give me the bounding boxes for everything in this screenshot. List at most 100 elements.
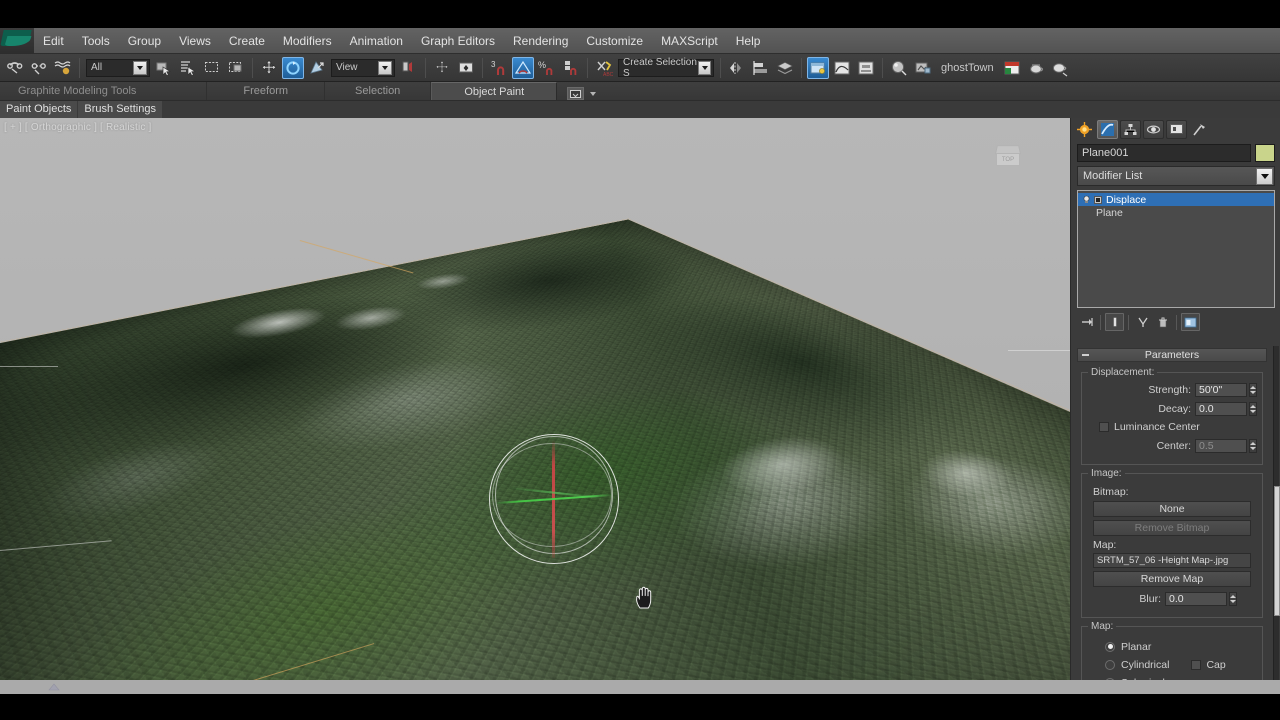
modifier-stack-item-displace[interactable]: Displace	[1078, 193, 1274, 206]
pin-stack-icon[interactable]	[1077, 313, 1096, 331]
align-icon[interactable]	[750, 57, 772, 79]
rotate-gizmo[interactable]	[489, 434, 619, 564]
remove-bitmap-button[interactable]: Remove Bitmap	[1093, 520, 1251, 536]
viewport[interactable]: [ + ] [ Orthographic ] [ Realistic ] TOP	[0, 118, 1070, 680]
menu-item-rendering[interactable]: Rendering	[504, 30, 577, 52]
show-end-result-icon[interactable]	[1105, 313, 1124, 331]
bitmap-button[interactable]: None	[1093, 501, 1251, 517]
ribbon-minimize-icon[interactable]	[567, 87, 584, 100]
render-setup-icon[interactable]	[912, 57, 934, 79]
select-object-icon[interactable]	[153, 57, 175, 79]
chevron-down-icon[interactable]	[1256, 168, 1273, 185]
spinner-snap-icon[interactable]	[560, 57, 582, 79]
modifier-list-dropdown[interactable]: Modifier List	[1077, 166, 1275, 186]
bind-space-warp-icon[interactable]	[52, 57, 74, 79]
luminance-center-row[interactable]: Luminance Center	[1099, 420, 1257, 434]
graphite-toggle-icon[interactable]	[807, 57, 829, 79]
select-rotate-icon[interactable]	[282, 57, 304, 79]
select-scale-icon[interactable]	[306, 57, 328, 79]
menu-item-views[interactable]: Views	[170, 30, 220, 52]
scrollbar-thumb[interactable]	[1274, 486, 1280, 616]
select-by-name-icon[interactable]	[177, 57, 199, 79]
menu-item-graph-editors[interactable]: Graph Editors	[412, 30, 504, 52]
named-selection-sets-dropdown[interactable]: Create Selection S	[618, 59, 714, 77]
map-option-cylindrical[interactable]: Cylindrical Cap	[1105, 657, 1257, 672]
strength-input[interactable]: 50'0"	[1195, 383, 1247, 397]
chevron-down-icon[interactable]	[133, 61, 147, 75]
object-color-swatch[interactable]	[1255, 144, 1275, 162]
coordinate-system-dropdown[interactable]: View	[331, 59, 395, 77]
utilities-tab[interactable]	[1189, 120, 1210, 139]
cylindrical-radio[interactable]	[1105, 660, 1115, 670]
render-production-icon[interactable]	[1049, 57, 1071, 79]
redo-icon[interactable]	[28, 57, 50, 79]
menu-item-create[interactable]: Create	[220, 30, 274, 52]
modify-tab[interactable]	[1097, 120, 1118, 139]
selection-region-icon[interactable]	[201, 57, 223, 79]
tab-object-paint[interactable]: Object Paint	[431, 82, 557, 100]
snaps-toggle-icon[interactable]: 3	[488, 57, 510, 79]
center-input[interactable]: 0.5	[1195, 439, 1247, 453]
object-name-field[interactable]: Plane001	[1077, 144, 1251, 162]
strength-spinner[interactable]	[1249, 383, 1257, 397]
keyboard-shortcut-override-icon[interactable]: ABC	[593, 57, 615, 79]
make-unique-icon[interactable]	[1133, 313, 1152, 331]
luminance-center-checkbox[interactable]	[1099, 422, 1109, 432]
map-option-planar[interactable]: Planar	[1105, 639, 1257, 654]
cap-checkbox[interactable]	[1191, 660, 1201, 670]
panel-brush-settings[interactable]: Brush Settings	[78, 101, 162, 118]
remove-map-button[interactable]: Remove Map	[1093, 571, 1251, 587]
texture-tools-icon[interactable]	[1001, 57, 1023, 79]
create-tab[interactable]	[1074, 120, 1095, 139]
collapse-icon[interactable]	[1082, 354, 1089, 356]
ribbon-dropdown-icon[interactable]	[590, 92, 596, 96]
layer-manager-icon[interactable]	[774, 57, 796, 79]
panel-paint-objects[interactable]: Paint Objects	[0, 101, 78, 118]
viewport-label[interactable]: [ + ] [ Orthographic ] [ Realistic ]	[4, 122, 152, 133]
teapot-preview-icon[interactable]	[1025, 57, 1047, 79]
chevron-down-icon[interactable]	[378, 61, 392, 75]
display-tab[interactable]	[1166, 120, 1187, 139]
motion-tab[interactable]	[1143, 120, 1164, 139]
modifier-stack-item-plane[interactable]: Plane	[1078, 206, 1274, 219]
angle-snap-icon[interactable]	[512, 57, 534, 79]
menu-item-help[interactable]: Help	[727, 30, 770, 52]
hierarchy-tab[interactable]	[1120, 120, 1141, 139]
remove-modifier-icon[interactable]	[1153, 313, 1172, 331]
modifier-gizmo-toggle-icon[interactable]	[1094, 196, 1102, 204]
use-center-flyout-icon[interactable]	[398, 57, 420, 79]
menu-item-edit[interactable]: Edit	[34, 30, 73, 52]
map-button[interactable]: SRTM_57_06 -Height Map-.jpg	[1093, 553, 1251, 568]
modifier-stack[interactable]: Displace Plane	[1077, 190, 1275, 308]
undo-icon[interactable]	[4, 57, 26, 79]
menu-item-animation[interactable]: Animation	[341, 30, 412, 52]
select-move-icon[interactable]	[258, 57, 280, 79]
menu-item-tools[interactable]: Tools	[73, 30, 119, 52]
center-spinner[interactable]	[1249, 439, 1257, 453]
blur-spinner[interactable]	[1229, 592, 1237, 606]
curve-editor-icon[interactable]	[831, 57, 853, 79]
schematic-view-icon[interactable]	[855, 57, 877, 79]
menu-item-maxscript[interactable]: MAXScript	[652, 30, 727, 52]
decay-input[interactable]: 0.0	[1195, 402, 1247, 416]
blur-input[interactable]: 0.0	[1165, 592, 1227, 606]
window-crossing-icon[interactable]	[225, 57, 247, 79]
menu-item-modifiers[interactable]: Modifiers	[274, 30, 341, 52]
max-logo-icon[interactable]	[0, 28, 34, 54]
parameters-rollout-header[interactable]: Parameters	[1077, 348, 1267, 362]
viewcube-icon[interactable]: TOP	[990, 142, 1026, 174]
decay-spinner[interactable]	[1249, 402, 1257, 416]
configure-modifier-sets-icon[interactable]	[1181, 313, 1200, 331]
light-bulb-icon[interactable]	[1081, 194, 1092, 205]
planar-radio[interactable]	[1105, 642, 1115, 652]
use-selection-center-icon[interactable]	[431, 57, 453, 79]
percent-snap-icon[interactable]: %	[536, 57, 558, 79]
menu-item-group[interactable]: Group	[119, 30, 170, 52]
selection-filter-dropdown[interactable]: All	[86, 59, 150, 77]
select-manipulate-icon[interactable]	[455, 57, 477, 79]
chevron-down-icon[interactable]	[698, 61, 711, 75]
menu-item-customize[interactable]: Customize	[577, 30, 652, 52]
tab-selection[interactable]: Selection	[325, 82, 431, 100]
command-panel-scrollbar[interactable]	[1273, 346, 1279, 680]
mirror-icon[interactable]	[726, 57, 748, 79]
